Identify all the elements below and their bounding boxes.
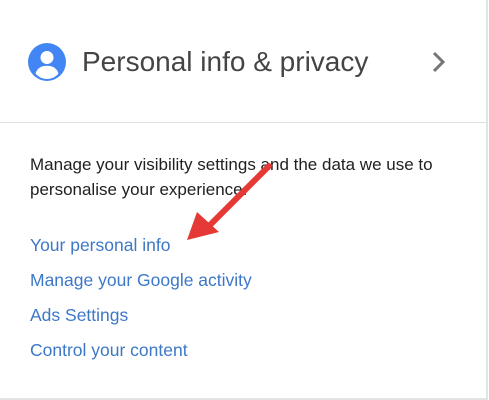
card-description: Manage your visibility settings and the … — [30, 155, 433, 199]
personal-info-privacy-card: Personal info & privacy Manage your visi… — [0, 0, 488, 400]
link-manage-google-activity[interactable]: Manage your Google activity — [30, 268, 252, 292]
link-your-personal-info[interactable]: Your personal info — [30, 233, 252, 257]
chevron-right-icon[interactable] — [428, 49, 450, 75]
link-ads-settings[interactable]: Ads Settings — [30, 303, 252, 327]
card-title: Personal info & privacy — [82, 46, 369, 77]
card-header[interactable]: Personal info & privacy — [0, 0, 486, 123]
links-list: Your personal info Manage your Google ac… — [30, 233, 252, 373]
avatar-icon — [28, 43, 66, 81]
link-control-your-content[interactable]: Control your content — [30, 338, 252, 362]
